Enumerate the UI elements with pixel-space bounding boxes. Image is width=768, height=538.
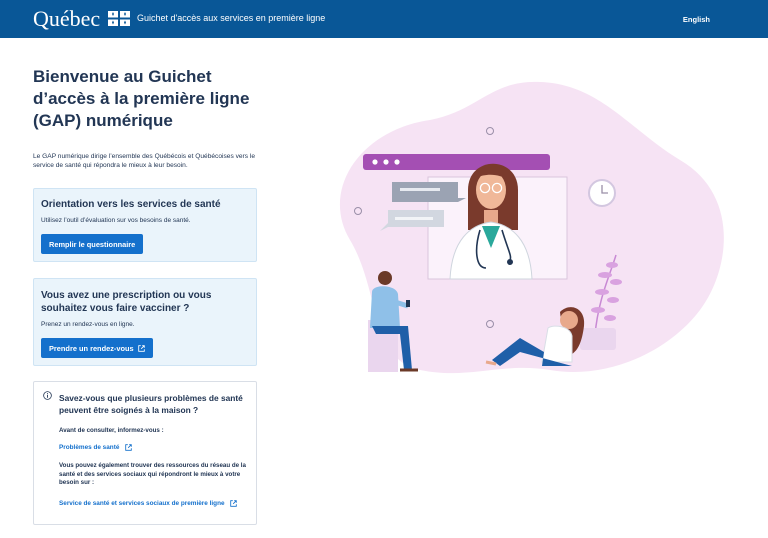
intro-text: Le GAP numérique dirige l’ensemble des Q… bbox=[33, 153, 255, 169]
button-label: Remplir le questionnaire bbox=[49, 239, 136, 249]
quebec-logo[interactable]: Québec bbox=[33, 6, 100, 32]
book-appointment-button[interactable]: Prendre un rendez-vous bbox=[41, 338, 153, 358]
card-orientation: Orientation vers les services de santé U… bbox=[33, 188, 257, 262]
site-header: Québec Guichet d'accès aux services en p… bbox=[0, 0, 768, 38]
man-torso bbox=[370, 286, 400, 328]
info-resources-text: Vous pouvez également trouver des ressou… bbox=[59, 462, 246, 487]
browser-dot bbox=[372, 159, 378, 165]
link-label: Problèmes de santé bbox=[59, 444, 120, 452]
browser-dot bbox=[383, 159, 389, 165]
plant-pot bbox=[580, 328, 616, 350]
external-link-icon bbox=[137, 344, 145, 352]
health-problems-link[interactable]: Problèmes de santé bbox=[59, 444, 132, 451]
card-appointment: Vous avez une prescription ou vous souha… bbox=[33, 278, 257, 366]
header-title: Guichet d'accès aux services en première… bbox=[137, 13, 326, 23]
woman-head bbox=[560, 311, 578, 329]
button-label: Prendre un rendez-vous bbox=[49, 343, 134, 353]
browser-bar bbox=[363, 154, 550, 170]
fill-questionnaire-button[interactable]: Remplir le questionnaire bbox=[41, 234, 144, 254]
card-text: Utilisez l’outil d’évaluation sur vos be… bbox=[41, 217, 191, 224]
external-link-icon bbox=[230, 500, 238, 507]
info-title: Savez-vous que plusieurs problèmes de sa… bbox=[59, 393, 243, 415]
home-care-info-box: Savez-vous que plusieurs problèmes de sa… bbox=[33, 381, 257, 525]
card-title: Vous avez une prescription ou vous souha… bbox=[41, 290, 212, 314]
phone bbox=[406, 300, 410, 307]
language-link-english[interactable]: English bbox=[683, 15, 710, 24]
browser-dot bbox=[394, 159, 400, 165]
chat-bubble bbox=[392, 182, 466, 202]
man-head bbox=[378, 271, 392, 285]
info-before-text: Avant de consulter, informez-vous : bbox=[59, 427, 164, 434]
link-label: Service de santé et services sociaux de … bbox=[59, 500, 225, 508]
telehealth-illustration bbox=[339, 81, 724, 374]
card-text: Prenez un rendez-vous en ligne. bbox=[41, 321, 135, 328]
external-link-icon bbox=[125, 444, 132, 451]
card-title: Orientation vers les services de santé bbox=[41, 199, 221, 210]
info-icon bbox=[43, 391, 52, 400]
quebec-flag-icon bbox=[108, 11, 130, 26]
page-title: Bienvenue au Guichet d’accès à la premiè… bbox=[33, 67, 250, 130]
first-line-services-link[interactable]: Service de santé et services sociaux de … bbox=[59, 500, 238, 508]
